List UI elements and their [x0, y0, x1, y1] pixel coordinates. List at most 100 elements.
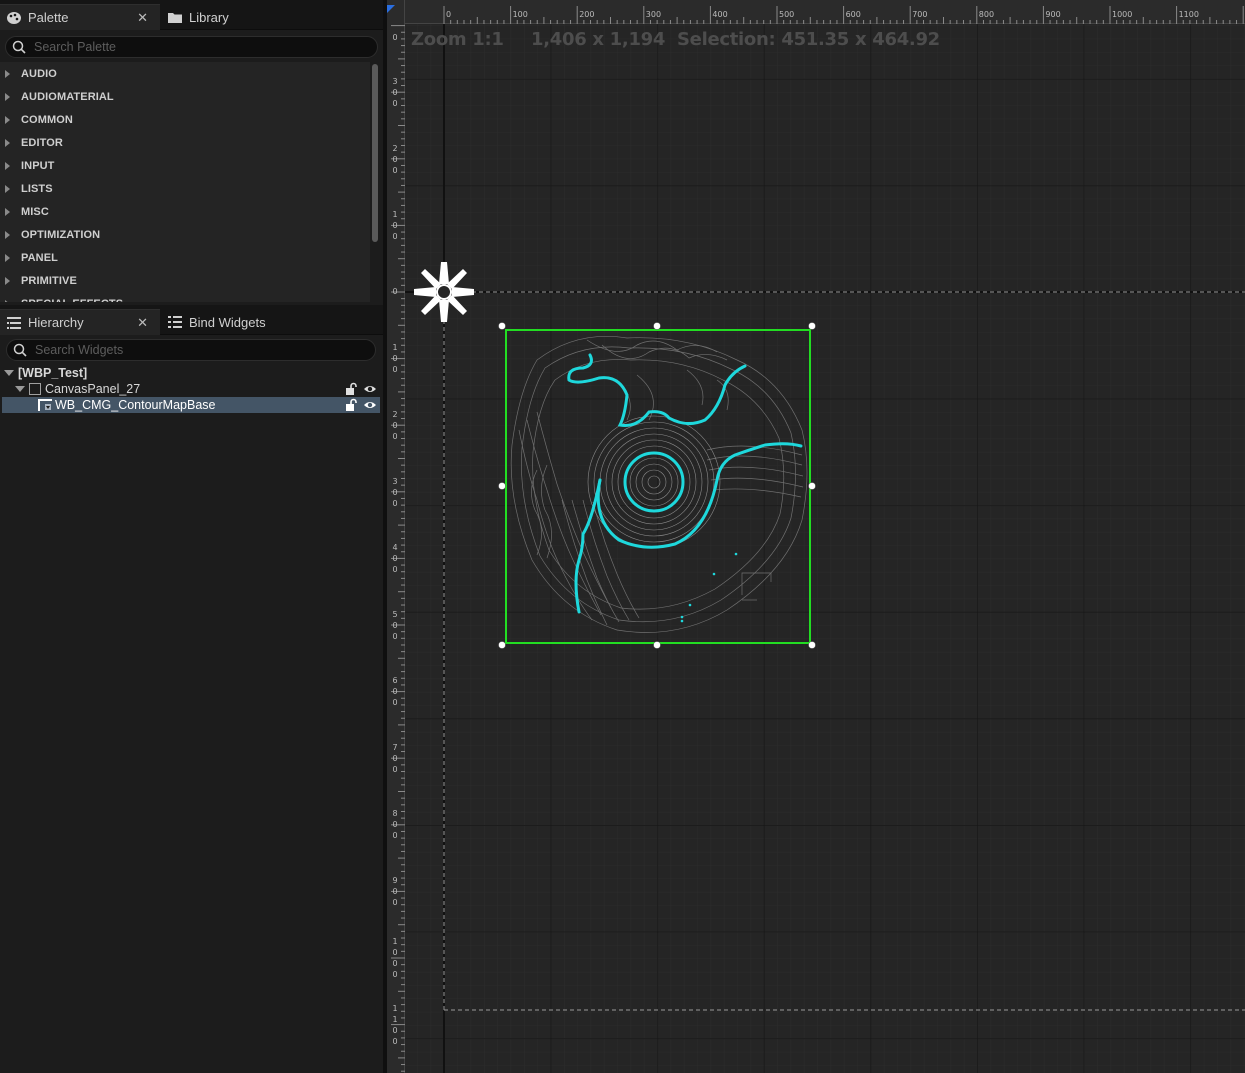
ruler-label: 0 — [390, 286, 400, 297]
tab-hierarchy[interactable]: Hierarchy ✕ — [0, 309, 160, 335]
designer-canvas[interactable]: 0 1 0 0 2 0 0 3 0 0 4 0 0 5 0 0 6 0 0 7 0 0 8 0 0 9 0 0 1 0 0 0 1 1 0 0 1 2 0… — [387, 0, 1245, 1073]
palette-category-optimization[interactable]: OPTIMIZATION — [0, 223, 370, 246]
expand-arrow-icon[interactable] — [5, 299, 10, 302]
bind-widgets-tab-label: Bind Widgets — [189, 314, 266, 330]
tree-item-label: WB_CMG_ContourMapBase — [55, 398, 216, 412]
resize-handle[interactable] — [498, 322, 506, 330]
tree-item-wbp-test[interactable]: [WBP_Test] — [2, 365, 380, 381]
ruler-label: 100 — [390, 342, 400, 375]
ruler-label: 800 — [979, 10, 994, 19]
close-icon[interactable]: ✕ — [137, 10, 148, 26]
palette-category-primitive[interactable]: PRIMITIVE — [0, 269, 370, 292]
resize-handle[interactable] — [808, 482, 816, 490]
ruler-label: 100 — [513, 10, 528, 19]
ruler-label: 900 — [1045, 10, 1060, 19]
expand-arrow-icon[interactable] — [5, 115, 10, 124]
tab-palette[interactable]: Palette ✕ — [0, 4, 160, 30]
resize-handle[interactable] — [808, 322, 816, 330]
expand-arrow-icon[interactable] — [5, 184, 10, 193]
tree-item-canvas-panel[interactable]: CanvasPanel_27 — [2, 381, 380, 397]
search-icon — [12, 40, 26, 54]
expand-arrow-icon[interactable] — [5, 276, 10, 285]
visibility-eye-icon[interactable] — [363, 382, 377, 396]
ruler-digit: 0 — [392, 488, 398, 497]
ruler-label: 700 — [912, 10, 927, 19]
palette-category-label: PANEL — [21, 251, 58, 264]
expand-arrow-icon[interactable] — [4, 370, 14, 376]
ruler-label: 1100 — [390, 1003, 400, 1047]
ruler-digit: 0 — [392, 499, 398, 508]
close-icon[interactable]: ✕ — [137, 315, 148, 331]
ruler-digit: 4 — [392, 543, 398, 552]
palette-category-audio[interactable]: AUDIO — [0, 62, 370, 85]
ruler-digit: 1 — [392, 210, 398, 219]
palette-category-misc[interactable]: MISC — [0, 200, 370, 223]
ruler-label: 500 — [779, 10, 794, 19]
tab-bind-widgets[interactable]: Bind Widgets — [161, 309, 321, 335]
ruler-digit: 2 — [392, 144, 398, 153]
unlock-icon[interactable] — [344, 398, 358, 412]
resize-handle[interactable] — [653, 322, 661, 330]
expand-arrow-icon[interactable] — [5, 69, 10, 78]
ruler-ticks: 01002003004005006007008009001000110012 — [443, 6, 1244, 24]
palette-category-editor[interactable]: EDITOR — [0, 131, 370, 154]
horizontal-ruler: 01002003004005006007008009001000110012 — [387, 0, 1245, 24]
ruler-label: 300 — [390, 476, 400, 509]
left-panel: Palette ✕ Library AUDIO AUDIOMATERIAL COMM… — [0, 0, 383, 1073]
resize-handle[interactable] — [808, 641, 816, 649]
palette-category-lists[interactable]: LISTS — [0, 177, 370, 200]
expand-arrow-icon[interactable] — [5, 92, 10, 101]
palette-category-panel[interactable]: PANEL — [0, 246, 370, 269]
scrollbar-thumb[interactable] — [372, 64, 378, 242]
tree-item-contour-map-base[interactable]: WB_CMG_ContourMapBase — [2, 397, 380, 413]
ruler-digit: 0 — [392, 365, 398, 374]
ruler-digit: 1 — [392, 1004, 398, 1013]
user-widget-icon — [38, 399, 52, 411]
ruler-digit: 0 — [392, 354, 398, 363]
expand-arrow-icon[interactable] — [5, 161, 10, 170]
ruler-label: 300 — [646, 10, 661, 19]
anchor-icon[interactable] — [414, 262, 474, 322]
ruler-digit: 0 — [392, 948, 398, 957]
library-tab-label: Library — [189, 9, 229, 25]
ruler-digit: 3 — [392, 77, 398, 86]
ruler-digit: 1 — [392, 1015, 398, 1024]
palette-category-audiomaterial[interactable]: AUDIOMATERIAL — [0, 85, 370, 108]
visibility-eye-icon[interactable] — [363, 398, 377, 412]
vertical-ruler: 0 3 0 0 2 0 0 1 0 0 0 1 0 0 2 0 0 3 0 0 4 0 0 5 0 0 6 0 0 7 0 0 8 0 0 9 0 0 1 0… — [387, 0, 405, 1073]
designer-grid — [387, 0, 1245, 1073]
palette-category-common[interactable]: COMMON — [0, 108, 370, 131]
ruler-digit: 0 — [392, 287, 398, 296]
expand-arrow-icon[interactable] — [15, 386, 25, 392]
resolution-label: 1,406 x 1,194 — [531, 29, 666, 50]
resize-handle[interactable] — [653, 641, 661, 649]
ruler-label: 400 — [712, 10, 727, 19]
expand-arrow-icon[interactable] — [5, 207, 10, 216]
resize-handle[interactable] — [498, 482, 506, 490]
hierarchy-search-input[interactable] — [35, 343, 335, 357]
ruler-digit: 0 — [392, 221, 398, 230]
expand-arrow-icon[interactable] — [5, 253, 10, 262]
expand-arrow-icon[interactable] — [5, 138, 10, 147]
folder-icon — [168, 13, 182, 23]
palette-category-label: COMMON — [21, 113, 73, 126]
palette-search-box — [5, 36, 378, 58]
ruler-label: 1100 — [1179, 10, 1199, 19]
palette-category-input[interactable]: INPUT — [0, 154, 370, 177]
palette-category-special-effects[interactable]: SPECIAL EFFECTS — [0, 292, 370, 302]
ruler-digit: 6 — [392, 676, 398, 685]
ruler-digit: 0 — [392, 687, 398, 696]
palette-scrollbar[interactable] — [371, 62, 379, 302]
ruler-label: 100 — [390, 209, 400, 242]
resize-handle[interactable] — [498, 641, 506, 649]
tab-library[interactable]: Library — [161, 4, 321, 30]
tree-item-label: CanvasPanel_27 — [45, 382, 141, 396]
unlock-icon[interactable] — [344, 382, 358, 396]
palette-search-input[interactable] — [34, 40, 334, 54]
expand-arrow-icon[interactable] — [5, 230, 10, 239]
palette-category-label: OPTIMIZATION — [21, 228, 101, 241]
ruler-digit: 0 — [392, 820, 398, 829]
ruler-digit: 0 — [392, 754, 398, 763]
ruler-label: 6 0 0 — [390, 675, 400, 708]
palette-category-label: PRIMITIVE — [21, 274, 77, 287]
